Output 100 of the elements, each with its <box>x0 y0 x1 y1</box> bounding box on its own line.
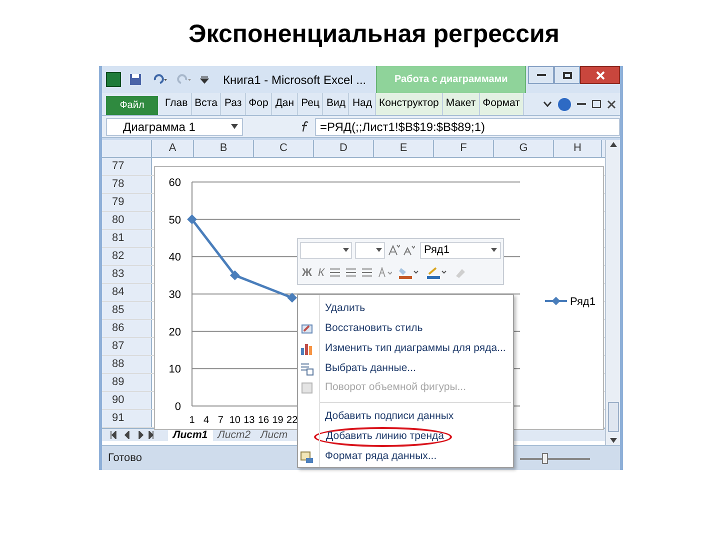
column-header[interactable]: F <box>434 140 494 157</box>
ribbon-tab[interactable]: Раз <box>221 93 246 115</box>
minimize-button[interactable] <box>528 66 554 84</box>
outline-color-icon[interactable] <box>426 266 448 280</box>
maximize-button[interactable] <box>554 66 580 84</box>
function-icon[interactable] <box>301 121 309 132</box>
data-point <box>230 270 240 280</box>
ribbon-tab[interactable]: Рец <box>298 93 324 115</box>
column-header[interactable]: E <box>374 140 434 157</box>
grow-font-icon[interactable] <box>388 244 400 256</box>
ribbon-tab[interactable]: Глав <box>162 93 192 115</box>
caret-icon[interactable] <box>543 100 552 108</box>
row-header[interactable]: 84 <box>102 284 152 301</box>
axis-tick-label: 19 <box>272 415 284 426</box>
column-header[interactable]: A <box>152 140 194 157</box>
menu-item[interactable]: Добавить линию тренда <box>314 427 452 448</box>
axis-tick-label: 1 <box>189 415 195 426</box>
ribbon-tab[interactable]: Вид <box>323 93 350 115</box>
row-header[interactable]: 87 <box>102 338 152 355</box>
caret-icon <box>491 248 497 252</box>
sheet-navigation-icon[interactable] <box>110 431 154 439</box>
axis-tick-label: 40 <box>168 252 181 264</box>
row-header[interactable]: 83 <box>102 266 152 283</box>
font-size-dropdown[interactable] <box>355 242 385 259</box>
ribbon-tab[interactable]: Вста <box>192 93 222 115</box>
menu-item[interactable]: Восстановить стиль <box>320 320 423 337</box>
column-header[interactable]: C <box>254 140 314 157</box>
align-icon[interactable] <box>330 268 340 278</box>
ribbon-tab[interactable]: Конструктор <box>376 93 443 115</box>
vertical-scrollbar[interactable] <box>605 140 620 445</box>
axis-tick-label: 20 <box>168 326 181 338</box>
bold-button[interactable]: Ж <box>302 264 312 282</box>
sheet-tab[interactable]: Лист2 <box>212 428 256 442</box>
align-icon[interactable] <box>362 268 372 278</box>
axis-tick-label: 4 <box>204 415 210 426</box>
menu-item: Поворот объемной фигуры... <box>324 380 466 396</box>
status-text: Готово <box>108 450 142 466</box>
menu-item[interactable]: Изменить тип диаграммы для ряда... <box>320 340 506 357</box>
row-header[interactable]: 88 <box>102 356 152 373</box>
axis-tick-label: 13 <box>244 415 255 426</box>
axis-tick-label: 0 <box>174 401 181 413</box>
row-header[interactable]: 79 <box>102 194 152 211</box>
axis-tick-label: 22 <box>286 415 298 426</box>
menu-item[interactable]: Выбрать данные... <box>320 360 416 376</box>
close-button[interactable] <box>580 66 620 84</box>
save-icon[interactable] <box>129 73 142 86</box>
zoom-slider[interactable] <box>520 452 590 464</box>
formula-field[interactable]: =РЯД(;;Лист1!$B$19:$B$89;1) <box>315 118 620 136</box>
italic-button[interactable]: К <box>318 264 324 282</box>
sheet-tab[interactable]: Лист <box>256 428 293 442</box>
undo-icon[interactable] <box>152 74 170 86</box>
context-tab-group: Работа с диаграммами <box>376 66 526 93</box>
close-icon[interactable] <box>607 100 616 108</box>
align-icon[interactable] <box>346 268 356 278</box>
menu-item[interactable]: Добавить подписи данных <box>320 409 454 426</box>
slide-title: Экспоненциальная регрессия <box>188 19 560 50</box>
window-title: Книга1 - Microsoft Excel ... <box>223 72 366 88</box>
row-header[interactable]: 91 <box>102 410 152 427</box>
scrollbar-thumb[interactable] <box>608 402 618 432</box>
column-header[interactable]: D <box>314 140 374 157</box>
shrink-font-icon[interactable] <box>403 244 415 256</box>
row-header[interactable]: 77 <box>102 158 152 175</box>
column-header[interactable]: G <box>494 140 554 157</box>
dropdown-icon[interactable] <box>200 76 209 84</box>
format-icon <box>300 450 314 464</box>
row-header[interactable]: 80 <box>102 212 152 229</box>
ribbon-tab[interactable]: Фор <box>246 93 272 115</box>
data-point <box>287 292 298 303</box>
row-header[interactable]: 90 <box>102 392 152 409</box>
caret-icon <box>343 248 349 252</box>
file-tab[interactable]: Файл <box>106 96 158 115</box>
row-header[interactable]: 86 <box>102 320 152 337</box>
menu-item[interactable]: Удалить <box>320 301 366 317</box>
restore-icon[interactable] <box>592 100 601 108</box>
axis-tick-label: 60 <box>168 177 181 189</box>
ribbon-tab[interactable]: Макет <box>442 93 480 115</box>
axis-tick-label: 50 <box>168 214 181 226</box>
series-dropdown[interactable]: Ряд1 <box>420 242 501 259</box>
ribbon-tab[interactable]: Дан <box>272 93 298 115</box>
axis-tick-label: 10 <box>229 415 240 426</box>
row-header[interactable]: 82 <box>102 248 152 265</box>
name-box[interactable]: Диаграмма 1 <box>106 118 243 136</box>
column-header[interactable]: H <box>554 140 602 157</box>
row-header[interactable]: 78 <box>102 176 152 193</box>
row-header[interactable]: 81 <box>102 230 152 247</box>
table-data-icon <box>300 362 314 376</box>
font-color-icon[interactable] <box>378 267 392 278</box>
ribbon-tab[interactable]: Формат <box>480 93 524 115</box>
legend-label: Ряд1 <box>570 296 596 308</box>
axis-tick-label: 10 <box>168 364 181 376</box>
axis-tick-label: 16 <box>258 415 270 426</box>
menu-item[interactable]: Формат ряда данных... <box>320 449 437 465</box>
slider-thumb[interactable] <box>542 452 548 464</box>
row-header[interactable]: 89 <box>102 374 152 391</box>
axis-tick-label: 7 <box>218 415 224 426</box>
column-header[interactable]: B <box>194 140 254 157</box>
scroll-down-icon[interactable] <box>610 438 616 443</box>
fill-color-icon[interactable] <box>398 266 420 280</box>
scroll-up-icon[interactable] <box>610 142 616 147</box>
row-header[interactable]: 85 <box>102 302 152 319</box>
